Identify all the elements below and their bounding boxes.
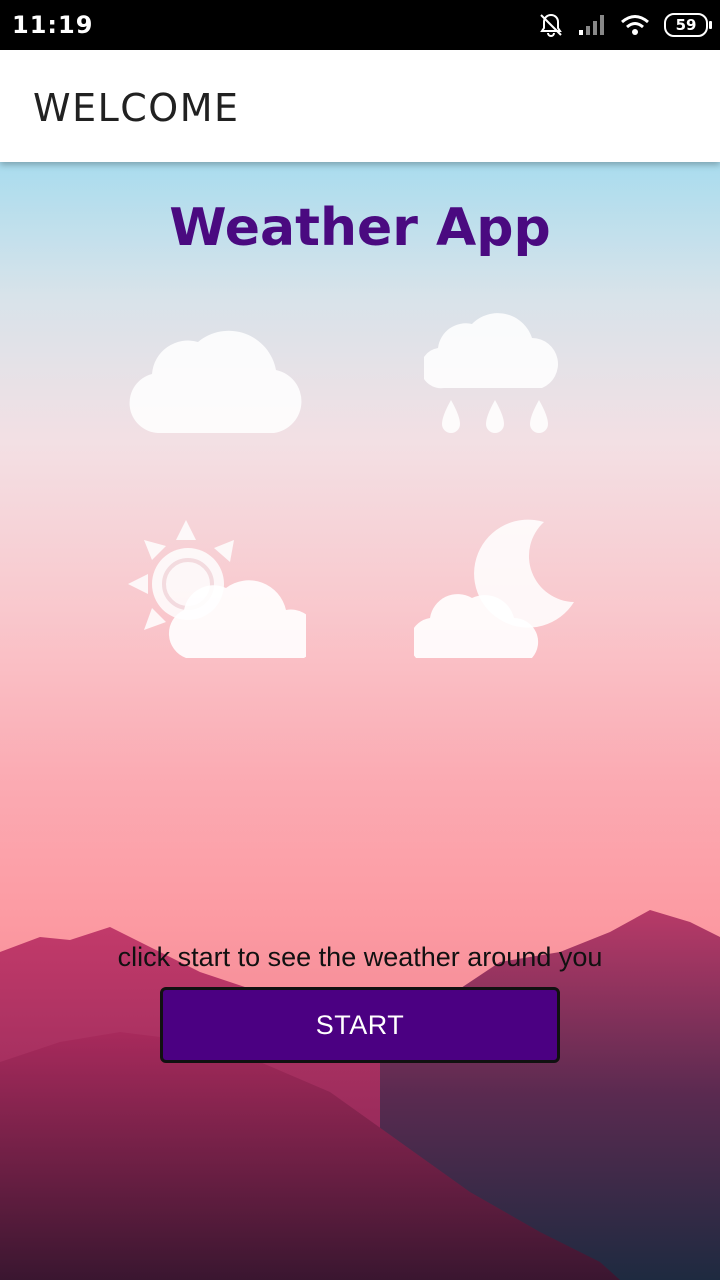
sun-cloud-icon — [128, 520, 306, 658]
battery-level: 59 — [675, 16, 697, 34]
mountain-background — [0, 910, 720, 1280]
status-icons: 59 — [538, 10, 712, 40]
app-title: Weather App — [169, 198, 551, 258]
instruction-text: click start to see the weather around yo… — [117, 942, 603, 972]
main-content: Weather App click start to see the weath… — [0, 162, 720, 1280]
notifications-off-icon — [540, 13, 562, 37]
start-button-label: START — [315, 1009, 405, 1040]
moon-cloud-icon — [414, 519, 574, 658]
start-button[interactable]: START — [160, 987, 560, 1063]
status-bar: 11:19 59 — [0, 0, 720, 50]
signal-icon — [579, 15, 604, 35]
status-time: 11:19 — [12, 11, 94, 39]
cloud-icon — [129, 330, 302, 433]
battery-icon: 59 — [664, 13, 712, 37]
wifi-icon — [621, 15, 649, 35]
app-bar-title: WELCOME — [33, 86, 240, 130]
app-bar: WELCOME — [0, 50, 720, 162]
rain-cloud-icon — [424, 313, 558, 433]
